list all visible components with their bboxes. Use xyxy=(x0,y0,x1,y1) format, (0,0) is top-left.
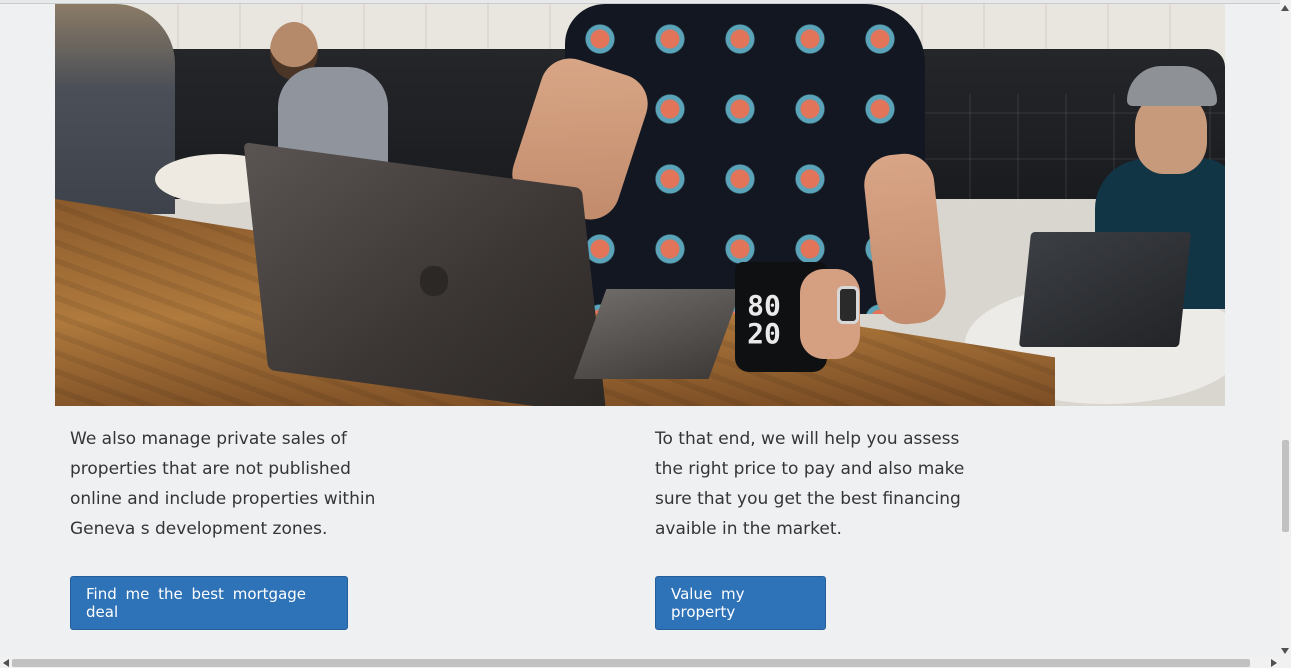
scroll-right-icon[interactable] xyxy=(1271,659,1277,667)
vertical-scroll-thumb[interactable] xyxy=(1282,440,1289,532)
private-sales-text: We also manage private sales of properti… xyxy=(70,429,376,539)
value-property-button[interactable]: Value my property xyxy=(655,576,826,630)
horizontal-scrollbar[interactable] xyxy=(0,657,1280,668)
horizontal-scroll-thumb[interactable] xyxy=(12,659,1250,667)
scroll-down-icon[interactable] xyxy=(1281,648,1289,654)
column-private-sales: We also manage private sales of properti… xyxy=(70,424,390,544)
laptop-logo-icon xyxy=(420,266,448,296)
vertical-scrollbar[interactable] xyxy=(1280,0,1291,668)
laptop-small xyxy=(1018,232,1192,347)
pricing-financing-text: To that end, we will help you assess the… xyxy=(655,429,965,539)
scroll-left-icon[interactable] xyxy=(3,659,9,667)
column-pricing-financing: To that end, we will help you assess the… xyxy=(655,424,975,544)
mug-print: 80 20 xyxy=(747,289,781,350)
person-head xyxy=(1135,94,1207,174)
value-property-label: Value my property xyxy=(671,585,745,621)
scroll-up-icon[interactable] xyxy=(1281,5,1289,11)
smartwatch xyxy=(837,286,859,324)
find-mortgage-deal-button[interactable]: Find me the best mortgage deal xyxy=(70,576,348,630)
hero-image: 80 20 xyxy=(55,4,1225,406)
find-mortgage-deal-label: Find me the best mortgage deal xyxy=(86,585,307,621)
cap xyxy=(1127,66,1217,106)
